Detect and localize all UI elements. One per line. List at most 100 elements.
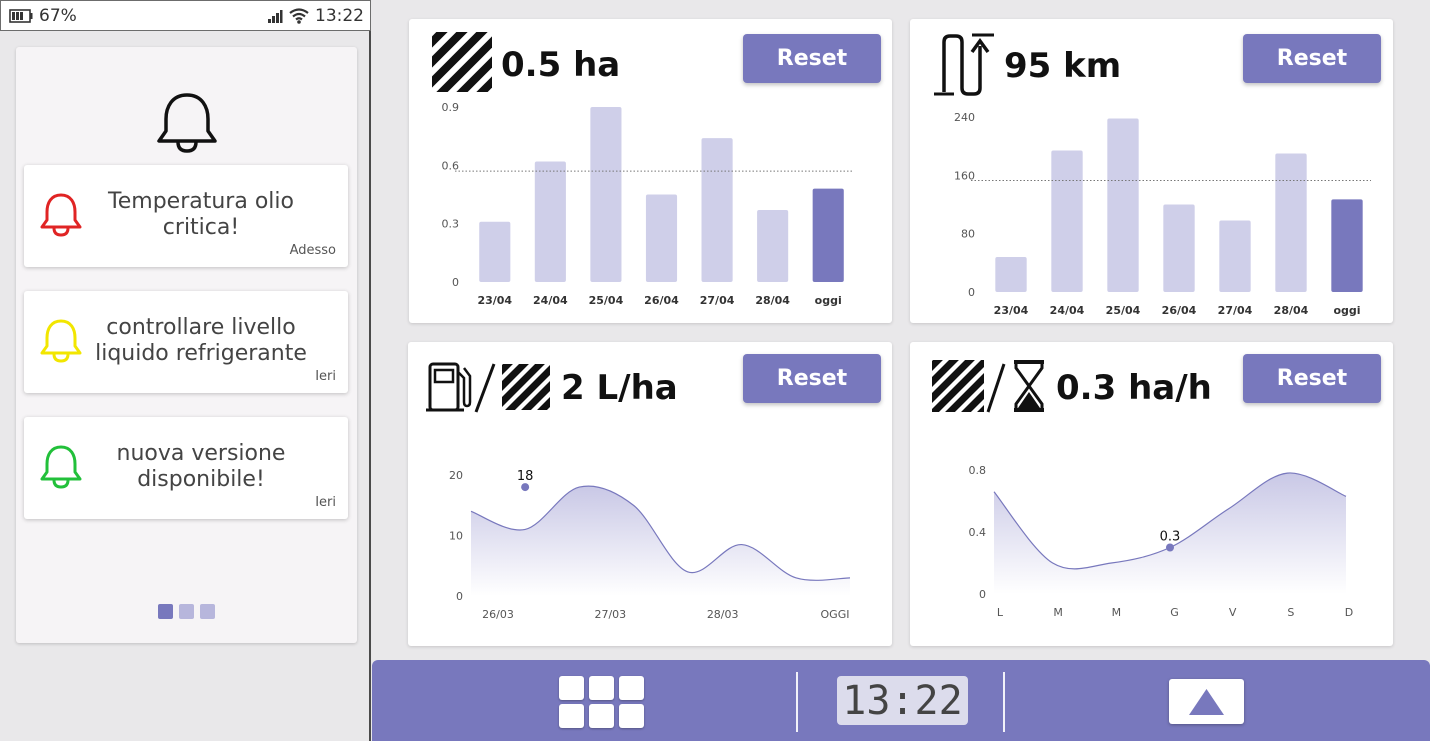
- bar: [812, 188, 844, 282]
- y-tick-label: 80: [961, 228, 975, 241]
- x-tick-label: 27/04: [700, 294, 735, 307]
- notification-message: nuova versione disponibile!: [116, 441, 286, 492]
- grid-cell-icon: [559, 676, 584, 700]
- notification-item[interactable]: Temperatura olio critica! Adesso: [24, 165, 348, 267]
- x-tick-label: 28/04: [1274, 304, 1309, 317]
- x-tick-label: M: [1112, 606, 1122, 619]
- x-tick-label: 27/03: [594, 608, 626, 621]
- x-tick-label: G: [1170, 606, 1179, 619]
- x-tick-label: 23/04: [994, 304, 1029, 317]
- x-tick-label: 24/04: [1050, 304, 1085, 317]
- grid-cell-icon: [619, 676, 644, 700]
- divider: [796, 672, 798, 732]
- bell-icon: [40, 193, 82, 237]
- bar: [1331, 199, 1363, 292]
- bar: [479, 221, 511, 282]
- page-dot[interactable]: [158, 604, 173, 619]
- page-dot[interactable]: [179, 604, 194, 619]
- notification-time: Adesso: [289, 243, 336, 258]
- battery-level: 67%: [39, 5, 77, 26]
- distance-bar-chart: 08016024023/04 24/04 25/04 26/04 27/04 28/04 o…: [954, 111, 1371, 317]
- y-tick-label: 0.6: [442, 159, 460, 172]
- area-bar-chart: 0 0.3 0.6 0.9 23/04 24/04 25/04 26/04 27/04 28/04…: [442, 101, 852, 307]
- area-card: 0.5 ha Reset 0 0.3 0.6 0.9 23/04 24/04 25/04 26…: [409, 19, 892, 323]
- x-tick-label: oggi: [1333, 304, 1360, 317]
- grid-cell-icon: [559, 704, 584, 728]
- y-tick-label: 10: [449, 530, 463, 543]
- notification-item[interactable]: controllare livello liquido refrigerante…: [24, 291, 348, 393]
- x-tick-label: L: [997, 606, 1004, 619]
- triangle-up-icon: [1189, 689, 1224, 715]
- y-tick-label: 0: [979, 588, 986, 601]
- x-tick-label: 24/04: [533, 294, 568, 307]
- grid-cell-icon: [619, 704, 644, 728]
- data-point: [1166, 543, 1174, 552]
- bar: [701, 138, 733, 282]
- bar: [645, 194, 678, 282]
- rate-area-chart: 0 0.4 0.8 L M M G V S D 0.3: [969, 464, 1354, 619]
- bar: [590, 107, 622, 282]
- bell-icon: [40, 445, 82, 489]
- x-tick-label: V: [1229, 606, 1237, 619]
- x-tick-label: 28/04: [755, 294, 790, 307]
- bell-icon: [40, 319, 82, 363]
- page-indicator: [158, 604, 215, 619]
- status-time: 13:22: [315, 5, 364, 26]
- data-point: [521, 483, 530, 492]
- x-tick-label: 27/04: [1218, 304, 1253, 317]
- bar: [1107, 118, 1139, 292]
- y-tick-label: 0.3: [442, 218, 460, 231]
- rate-card: 0.3 ha/h Reset 0 0.4 0.8 L M M G V S D 0.3: [910, 342, 1393, 646]
- data-label: 0.3: [1160, 530, 1181, 545]
- fuel-card: 2 L/ha Reset 0 10 20 26/03 27/03 28/03 OGGI 18: [408, 342, 892, 646]
- notification-time: Ieri: [315, 369, 336, 384]
- wifi-icon: [289, 7, 309, 24]
- divider: [1003, 672, 1005, 732]
- data-label: 18: [517, 469, 534, 484]
- bar: [757, 210, 789, 282]
- x-tick-label: 23/04: [477, 294, 512, 307]
- grid-cell-icon: [589, 676, 614, 700]
- y-tick-label: 0.4: [969, 526, 987, 539]
- distance-card: 95 km Reset 0 80 160 240 23/04 24/04 25/04 26/0…: [910, 19, 1393, 323]
- x-tick-label: 28/03: [707, 608, 739, 621]
- bar: [1051, 150, 1083, 292]
- clock-display: 13:22: [837, 676, 968, 725]
- x-tick-label: OGGI: [821, 608, 850, 621]
- x-tick-label: oggi: [815, 294, 842, 307]
- notifications-card: Temperatura olio critica! Adesso control…: [16, 47, 357, 643]
- y-tick-label: 0: [968, 286, 975, 299]
- bar: [1219, 220, 1251, 292]
- notification-message: Temperatura olio critica!: [108, 189, 294, 240]
- bottom-bar: 13:22: [372, 660, 1430, 741]
- notifications-panel: Temperatura olio critica! Adesso control…: [0, 31, 371, 741]
- bar: [1275, 153, 1307, 292]
- bar: [995, 257, 1027, 292]
- y-tick-label: 240: [954, 111, 975, 124]
- apps-grid-button[interactable]: [559, 676, 645, 728]
- y-tick-label: 0: [456, 590, 463, 603]
- notification-item[interactable]: nuova versione disponibile! Ieri: [24, 417, 348, 519]
- x-tick-label: 25/04: [589, 294, 624, 307]
- y-tick-label: 0: [452, 276, 459, 289]
- x-tick-label: 26/04: [1162, 304, 1197, 317]
- x-tick-label: 26/03: [482, 608, 514, 621]
- bar: [534, 161, 566, 282]
- x-tick-label: S: [1287, 606, 1294, 619]
- battery-icon: [9, 8, 33, 23]
- page-dot[interactable]: [200, 604, 215, 619]
- notification-message: controllare livello liquido refrigerante: [95, 315, 307, 366]
- status-bar: 67% 13:22: [0, 0, 371, 31]
- y-tick-label: 0.9: [442, 101, 460, 114]
- x-tick-label: 25/04: [1106, 304, 1141, 317]
- y-tick-label: 20: [449, 469, 463, 482]
- bell-icon: [157, 93, 217, 153]
- x-tick-label: 26/04: [644, 294, 679, 307]
- fuel-area-chart: 0 10 20 26/03 27/03 28/03 OGGI 18: [449, 469, 851, 621]
- signal-icon: [268, 9, 283, 23]
- notification-time: Ieri: [315, 495, 336, 510]
- expand-up-button[interactable]: [1169, 679, 1244, 724]
- bar: [1163, 204, 1195, 292]
- x-tick-label: M: [1053, 606, 1063, 619]
- grid-cell-icon: [589, 704, 614, 728]
